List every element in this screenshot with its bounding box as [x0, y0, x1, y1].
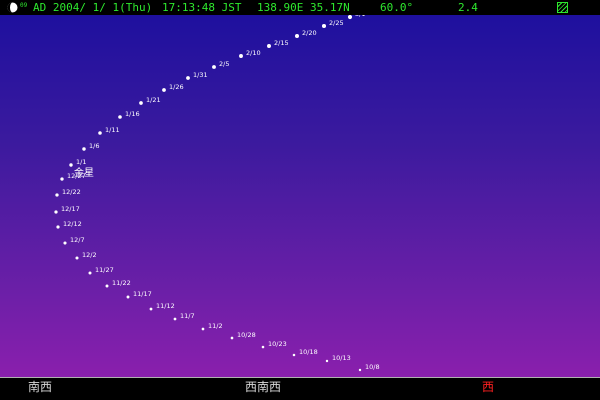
track-date-label: 10/23 [268, 340, 287, 348]
track-point [261, 345, 265, 349]
track-point [267, 44, 271, 48]
track-date-label: 11/2 [208, 322, 223, 330]
track-date-label: 10/13 [332, 354, 351, 362]
direction-w: 西 [482, 380, 495, 394]
track-date-label: 10/28 [237, 331, 256, 339]
track-date-label: 1/1 [76, 158, 86, 166]
track-date-label: 2/25 [329, 19, 344, 27]
track-point [321, 23, 327, 29]
track-point [230, 336, 234, 340]
track-point [55, 193, 59, 197]
track-date-label: 2/10 [246, 49, 261, 57]
track-point [347, 15, 353, 20]
track-point [239, 54, 243, 58]
track-point [162, 88, 166, 92]
track-point [325, 359, 329, 363]
direction-sw: 南西 [28, 380, 53, 394]
track-date-label: 12/7 [70, 236, 85, 244]
track-point [98, 131, 102, 135]
track-date-label: 11/12 [156, 302, 175, 310]
magnitude-readout[interactable]: 2.4 [458, 0, 478, 15]
track-date-label: 2/5 [219, 60, 229, 68]
track-date-label: 3/1 [355, 15, 365, 18]
track-date-label: 1/21 [146, 96, 161, 104]
track-point [212, 65, 216, 69]
track-point [292, 353, 296, 357]
track-point [173, 317, 177, 321]
location-readout[interactable]: 138.90E 35.17N [257, 0, 350, 15]
track-point [149, 307, 153, 311]
view-angle-readout[interactable]: 60.0° [380, 0, 413, 15]
track-date-label: 1/16 [125, 110, 140, 118]
track-date-label: 1/6 [89, 142, 99, 150]
track-date-label: 10/8 [365, 363, 380, 371]
moon-phase-icon[interactable] [7, 2, 18, 13]
grid-toggle-icon[interactable] [557, 2, 568, 13]
track-point [139, 101, 143, 105]
track-date-label: 12/17 [61, 205, 80, 213]
track-point [186, 76, 190, 80]
track-point [201, 327, 205, 331]
track-point [82, 147, 86, 151]
track-date-label: 12/12 [63, 220, 82, 228]
track-point [358, 368, 362, 372]
track-date-label: 1/11 [105, 126, 120, 134]
sky-view[interactable]: 10/8 10/13 10/18 10/23 10/28 11/2 11/7 11/12 11/… [0, 15, 600, 377]
track-point [126, 295, 130, 299]
direction-wsw: 西南西 [245, 380, 282, 394]
track-date-label: 2/20 [302, 29, 317, 37]
time-readout[interactable]: 17:13:48 JST [162, 0, 241, 15]
track-date-label: 11/17 [133, 290, 152, 298]
track-date-label: 12/22 [62, 188, 81, 196]
track-date-label: 11/22 [112, 279, 131, 287]
track-point [105, 284, 109, 288]
track-point [54, 210, 58, 214]
track-date-label: 11/7 [180, 312, 195, 320]
track-date-label: 1/31 [193, 71, 208, 79]
venus-track: 10/8 10/13 10/18 10/23 10/28 11/2 11/7 11/12 11/… [54, 15, 380, 372]
track-date-label: 12/2 [82, 251, 97, 259]
venus-label: 金星 [74, 166, 94, 179]
track-date-label: 11/27 [95, 266, 114, 274]
track-date-label: 2/15 [274, 39, 289, 47]
track-point [60, 177, 64, 181]
track-point [69, 163, 73, 167]
track-point [294, 33, 300, 39]
track-point [56, 225, 60, 229]
track-point [118, 115, 122, 119]
moon-age: 09 [20, 2, 28, 9]
track-point [75, 256, 79, 260]
track-point [63, 241, 67, 245]
track-date-label: 10/18 [299, 348, 318, 356]
track-date-label: 1/26 [169, 83, 184, 91]
track-point [88, 271, 92, 275]
direction-bar: 南西 西南西 西 [0, 378, 600, 400]
date-readout[interactable]: AD 2004/ 1/ 1(Thu) [33, 0, 152, 15]
status-bar: 09 AD 2004/ 1/ 1(Thu) 17:13:48 JST 138.9… [0, 0, 600, 15]
